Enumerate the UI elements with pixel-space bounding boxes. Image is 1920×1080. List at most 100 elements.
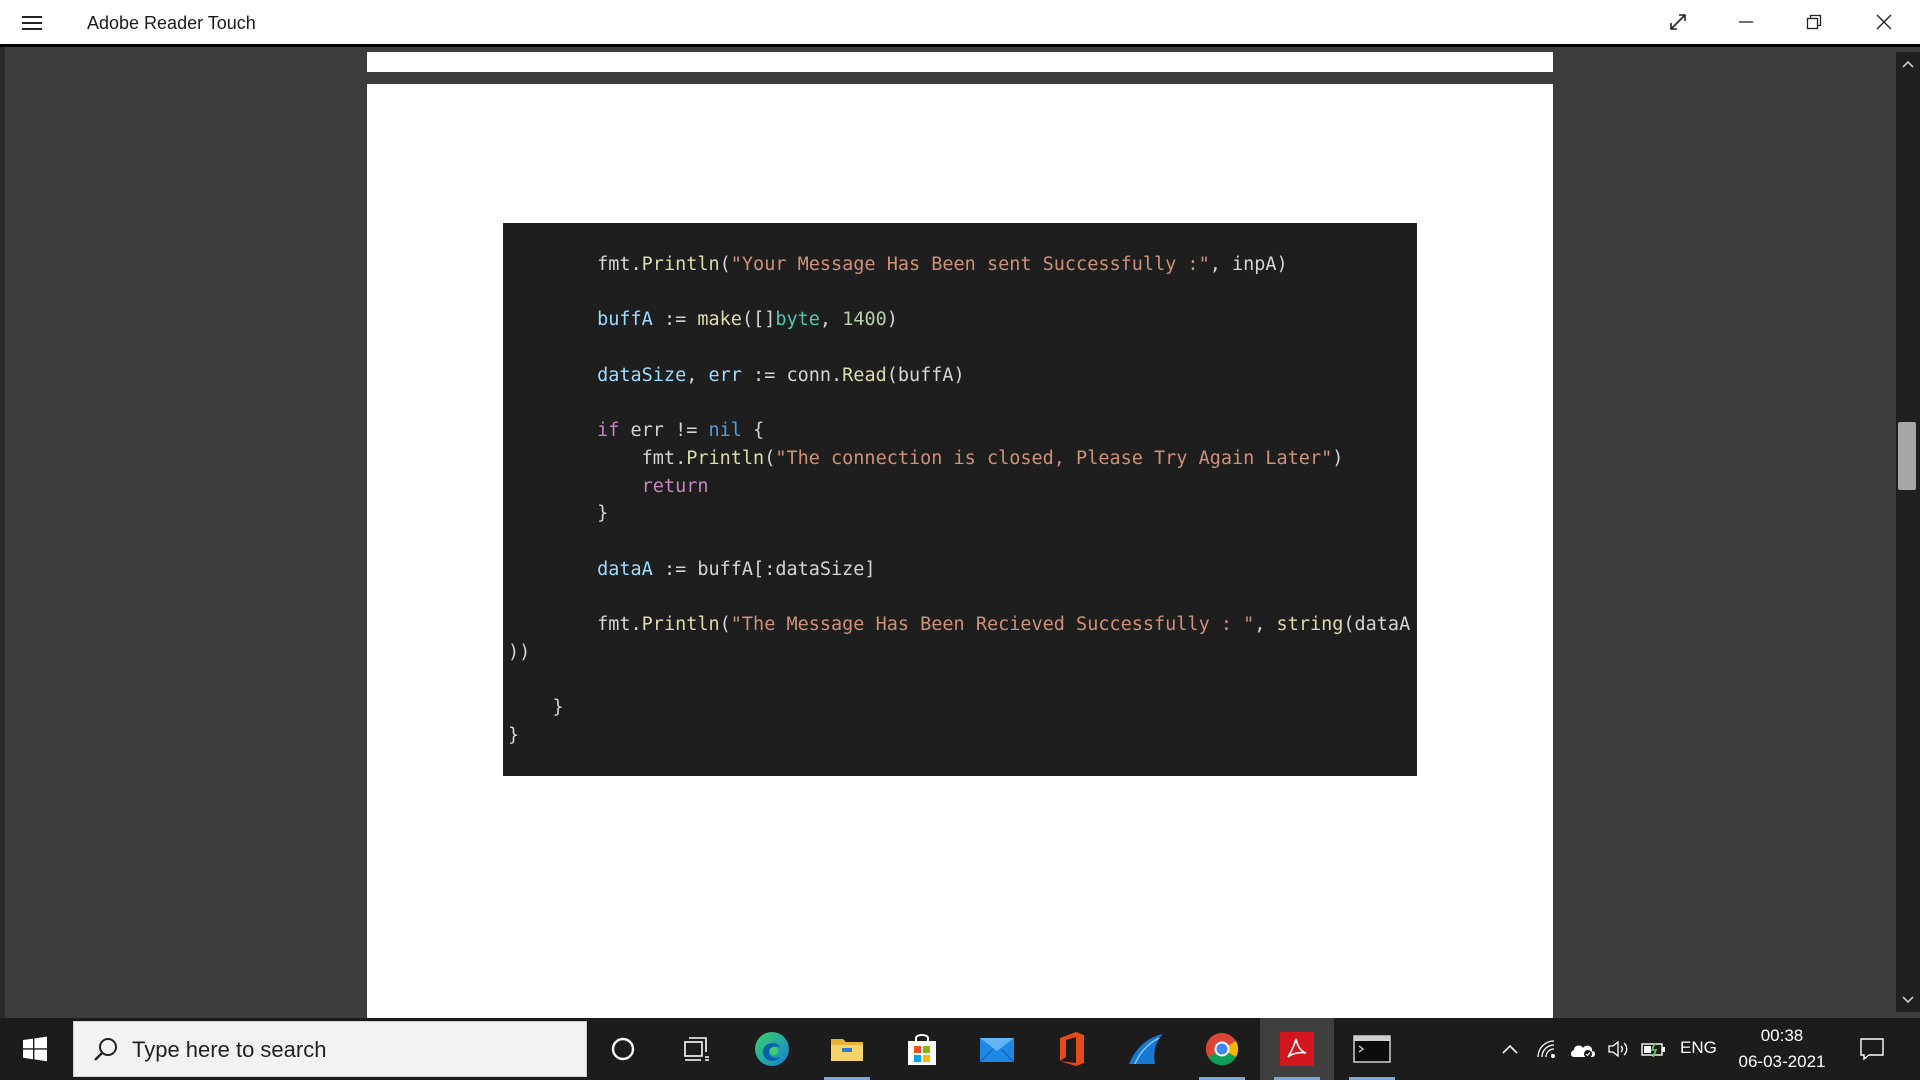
code-line: fmt.Println("The Message Has Been Reciev… <box>508 611 1410 639</box>
code-token: 1400 <box>842 309 887 331</box>
code-token: := buffA[:dataSize] <box>652 558 876 580</box>
acrobat-icon <box>1280 1032 1314 1066</box>
minimize-icon <box>1739 21 1753 23</box>
office-taskbar-button[interactable] <box>1035 1018 1109 1080</box>
code-token: fmt. <box>641 447 687 469</box>
battery-icon <box>1641 1042 1665 1058</box>
code-block: fmt.Println("Your Message Has Been sent … <box>508 251 1410 749</box>
onedrive-icon <box>1571 1045 1595 1058</box>
hamburger-icon[interactable] <box>22 15 44 31</box>
previous-page-bottom <box>367 52 1553 72</box>
edge-taskbar-button[interactable] <box>735 1018 809 1080</box>
code-token: := <box>652 309 698 331</box>
battery-tray-button[interactable] <box>1638 1018 1670 1080</box>
code-token: } <box>508 697 564 718</box>
app-title: Adobe Reader Touch <box>87 13 256 33</box>
taskbar-search-box[interactable]: Type here to search <box>73 1021 587 1077</box>
title-bar: Adobe Reader Touch <box>0 0 1920 47</box>
restore-button[interactable] <box>1780 0 1848 44</box>
code-token: dataSize <box>597 364 687 386</box>
terminal-taskbar-button[interactable] <box>1335 1018 1409 1080</box>
minimize-button[interactable] <box>1712 0 1780 44</box>
code-line: dataA := buffA[:dataSize] <box>508 556 1410 584</box>
scroll-thumb[interactable] <box>1898 422 1916 490</box>
code-token: make <box>697 309 742 331</box>
volume-icon <box>1608 1040 1628 1058</box>
code-line: } <box>508 500 1410 528</box>
chrome-icon <box>1205 1032 1239 1066</box>
store-taskbar-button[interactable] <box>885 1018 959 1080</box>
show-hidden-icons-button[interactable] <box>1496 1018 1524 1080</box>
scroll-up-arrow[interactable] <box>1896 54 1920 74</box>
code-token: Println <box>641 254 720 275</box>
close-button[interactable] <box>1850 0 1918 44</box>
mail-taskbar-button[interactable] <box>960 1018 1034 1080</box>
scroll-down-arrow[interactable] <box>1896 990 1920 1010</box>
document-viewer[interactable]: fmt.Println("Your Message Has Been sent … <box>0 47 1920 1024</box>
volume-tray-button[interactable] <box>1604 1018 1634 1080</box>
code-token: , inpA) <box>1209 254 1288 275</box>
code-token: , <box>819 309 843 331</box>
language-indicator[interactable]: ENG <box>1680 1038 1717 1058</box>
search-placeholder: Type here to search <box>132 1037 327 1062</box>
code-line: dataSize, err := conn.Read(buffA) <box>508 362 1410 390</box>
code-token: "The Message Has Been Recieved Successfu… <box>730 613 1255 635</box>
file-explorer-taskbar-button[interactable] <box>810 1018 884 1080</box>
clock-date: 06-03-2021 <box>1738 1052 1826 1071</box>
code-token: := conn. <box>741 364 843 386</box>
store-icon <box>908 1034 936 1065</box>
code-line: buffA := make([]byte, 1400) <box>508 306 1410 334</box>
code-token: (dataA <box>1343 613 1411 635</box>
windows-start-icon <box>23 1036 47 1062</box>
office-icon <box>1060 1032 1084 1066</box>
code-line: if err != nil { <box>508 417 1410 445</box>
code-token: } <box>508 724 520 746</box>
code-token: , <box>1254 613 1277 635</box>
code-token: if <box>597 420 620 442</box>
code-token: fmt. <box>597 613 642 635</box>
code-token: err != <box>619 420 709 442</box>
expand-icon <box>1670 14 1686 30</box>
chrome-taskbar-button[interactable] <box>1185 1018 1259 1080</box>
code-token: , <box>686 364 709 386</box>
code-token: } <box>508 503 609 525</box>
code-token: dataA <box>597 558 653 580</box>
viewer-left-edge <box>0 47 5 1018</box>
fullscreen-button[interactable] <box>1644 0 1712 44</box>
code-token: fmt. <box>597 254 642 275</box>
code-token: )) <box>508 641 531 663</box>
code-token: "The connection is closed, Please Try Ag… <box>775 447 1333 469</box>
code-token: "Your Message Has Been sent Successfully… <box>730 254 1210 275</box>
wireshark-icon <box>1129 1034 1163 1065</box>
vertical-scrollbar[interactable] <box>1896 52 1920 1012</box>
task-view-button[interactable] <box>660 1018 734 1080</box>
code-token: return <box>641 475 709 497</box>
cortana-button[interactable] <box>586 1018 660 1080</box>
code-token: (buffA) <box>886 364 965 386</box>
chevron-up-icon <box>1902 60 1914 68</box>
onedrive-tray-button[interactable] <box>1566 1018 1600 1080</box>
restore-icon <box>1806 14 1822 30</box>
close-icon <box>1876 14 1892 30</box>
acrobat-taskbar-button[interactable] <box>1260 1018 1334 1080</box>
code-line: } <box>508 722 1410 750</box>
notifications-button[interactable] <box>1852 1018 1892 1080</box>
search-icon <box>94 1038 117 1061</box>
terminal-icon <box>1353 1035 1391 1063</box>
code-token: err <box>708 364 742 386</box>
wireshark-taskbar-button[interactable] <box>1110 1018 1184 1080</box>
clock-time: 00:38 <box>1760 1026 1804 1045</box>
notifications-icon <box>1860 1038 1884 1061</box>
network-tray-button[interactable] <box>1532 1018 1562 1080</box>
code-token: ([] <box>741 309 776 331</box>
task-view-icon <box>684 1037 709 1061</box>
taskbar-clock[interactable]: 00:38 06-03-2021 <box>1728 1024 1836 1076</box>
start-button[interactable] <box>0 1018 70 1080</box>
